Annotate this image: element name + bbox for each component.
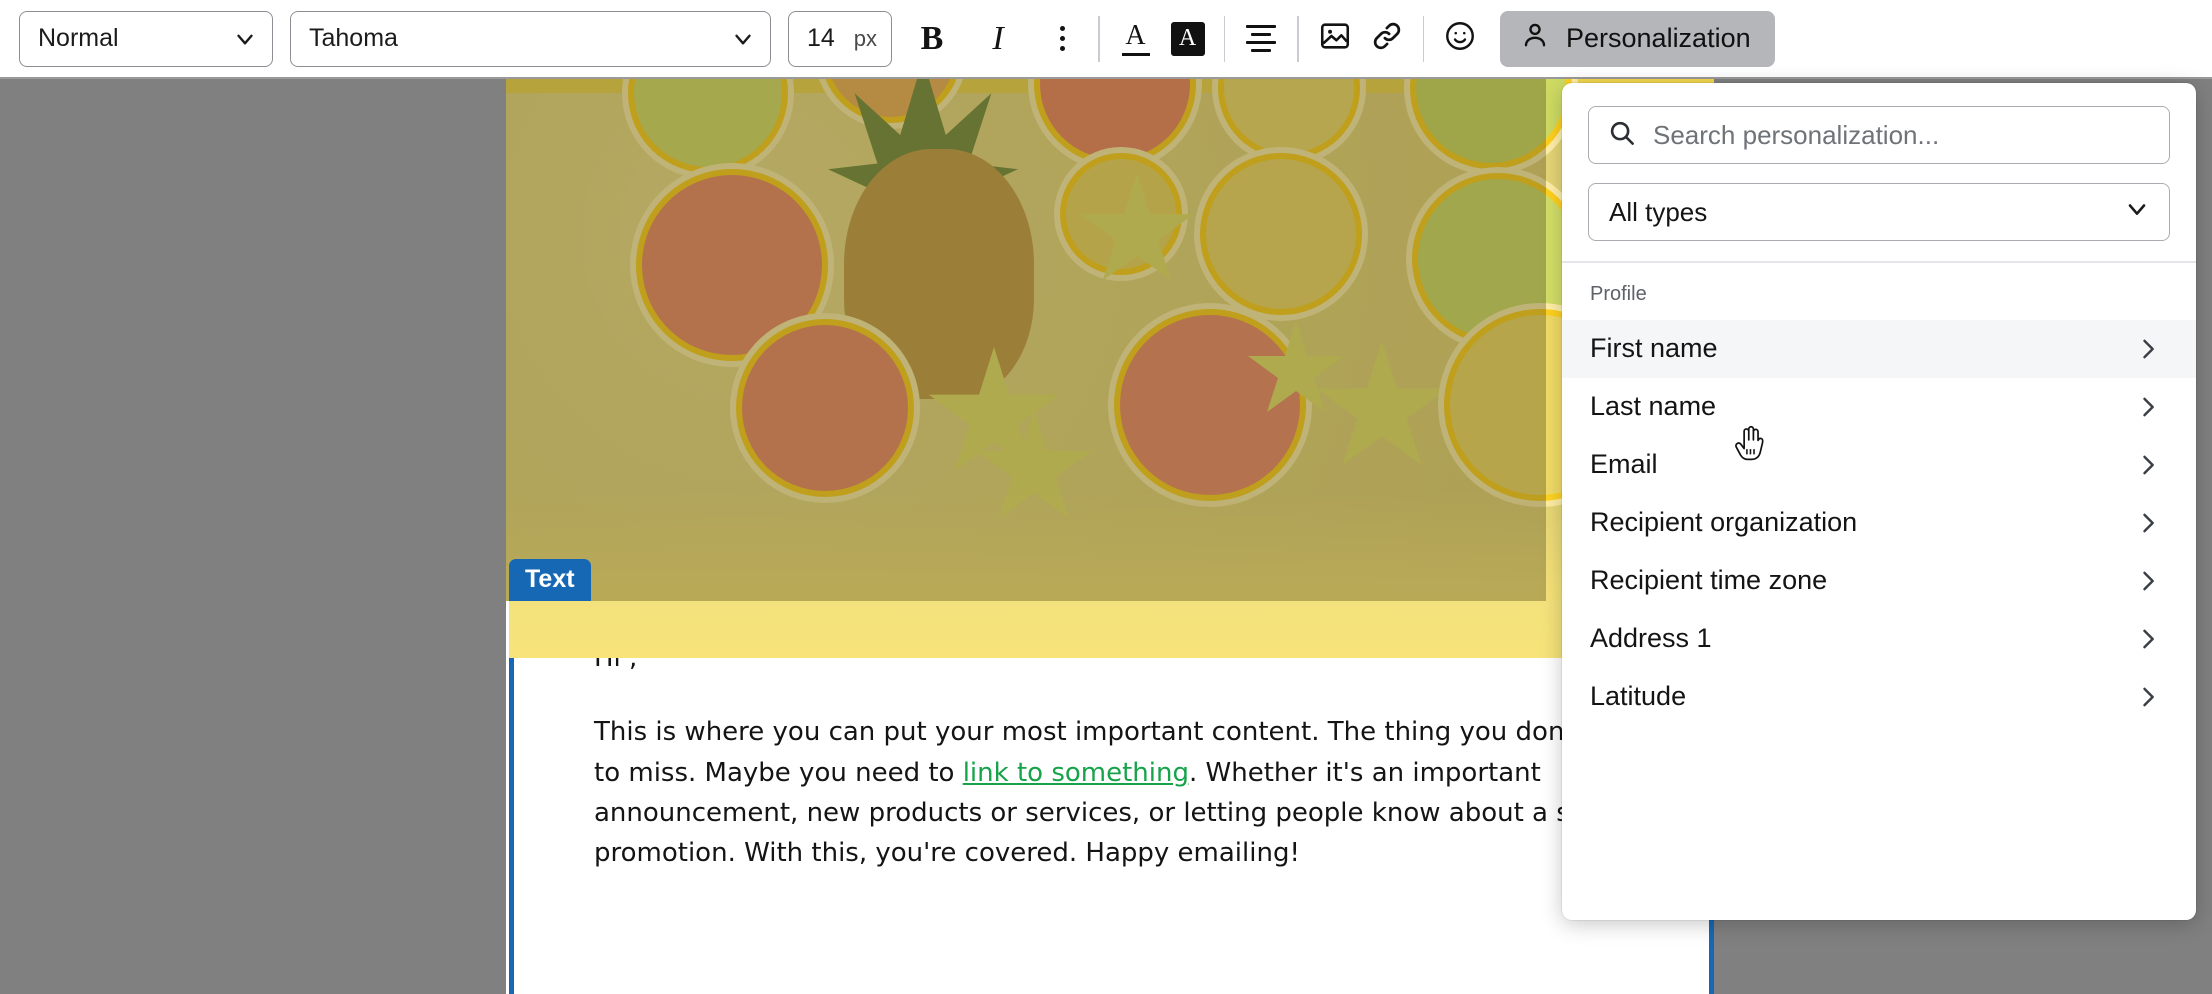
body-paragraph: This is where you can put your most impo… [594, 712, 1674, 873]
toolbar-divider [1422, 15, 1424, 62]
search-icon [1607, 118, 1637, 153]
chevron-right-icon [2134, 683, 2162, 711]
search-input[interactable] [1653, 119, 2151, 151]
emoji-icon [1443, 19, 1477, 58]
highlight-icon: A [1170, 21, 1205, 56]
personalization-item-latitude[interactable]: Latitude [1562, 668, 2196, 726]
font-family-select[interactable]: Tahoma [290, 10, 771, 67]
personalization-item-label: Recipient time zone [1590, 565, 1828, 595]
bold-button[interactable]: B [906, 13, 958, 65]
spacer-strip [509, 601, 1714, 658]
more-options-button[interactable] [1036, 13, 1088, 65]
personalization-item-label: Last name [1590, 391, 1717, 421]
insert-emoji-button[interactable] [1434, 13, 1486, 65]
font-size-unit: px [853, 25, 877, 51]
group-label-profile: Profile [1590, 282, 1647, 305]
personalization-item-address-1[interactable]: Address 1 [1562, 610, 2196, 668]
paragraph-style-select[interactable]: Normal [19, 10, 273, 67]
search-personalization-wrapper[interactable] [1588, 106, 2170, 164]
personalization-item-recipient-organization[interactable]: Recipient organization [1562, 494, 2196, 552]
toolbar-divider [1297, 15, 1299, 62]
chevron-down-icon [232, 26, 258, 52]
align-center-icon [1246, 25, 1276, 52]
chevron-right-icon [2134, 451, 2162, 479]
kebab-menu-icon [1059, 26, 1065, 51]
chevron-right-icon [2134, 509, 2162, 537]
bold-icon: B [920, 19, 944, 57]
chevron-right-icon [2134, 625, 2162, 653]
personalization-item-email[interactable]: Email [1562, 436, 2196, 494]
paragraph-style-value: Normal [38, 24, 119, 52]
hero-hover-overlay [506, 79, 1546, 601]
personalization-panel-header: All types [1562, 83, 2196, 261]
insert-image-button[interactable] [1309, 13, 1361, 65]
image-icon [1318, 19, 1352, 58]
align-center-button[interactable] [1235, 13, 1287, 65]
chevron-down-icon [730, 26, 756, 52]
text-block-badge: Text [509, 559, 591, 601]
person-icon [1520, 20, 1550, 57]
toolbar-divider [1098, 15, 1100, 62]
font-color-button[interactable]: A [1110, 13, 1162, 65]
font-color-letter: A [1125, 19, 1146, 51]
text-block[interactable]: Text Hi , This is where you can put your… [509, 559, 1714, 994]
chevron-right-icon [2134, 567, 2162, 595]
personalization-item-first-name[interactable]: First name [1562, 319, 2196, 378]
personalization-item-label: Email [1590, 449, 1658, 479]
insert-link-button[interactable] [1361, 13, 1413, 65]
personalization-panel: All types Profile First name Last name Ema… [1562, 83, 2196, 920]
hero-image-block[interactable] [506, 79, 1714, 601]
font-family-value: Tahoma [309, 24, 398, 52]
type-filter-select[interactable]: All types [1588, 183, 2170, 241]
personalization-item-recipient-time-zone[interactable]: Recipient time zone [1562, 552, 2196, 610]
personalization-list: First name Last name Email Recipient organi… [1562, 319, 2196, 726]
personalization-item-last-name[interactable]: Last name [1562, 378, 2196, 436]
highlight-color-button[interactable]: A [1162, 13, 1214, 65]
personalization-item-label: First name [1590, 333, 1718, 363]
personalization-label: Personalization [1566, 23, 1751, 53]
personalization-button[interactable]: Personalization [1500, 10, 1775, 67]
italic-button[interactable]: I [972, 13, 1024, 65]
type-filter-value: All types [1609, 196, 1708, 227]
font-size-value: 14 [807, 24, 835, 52]
email-canvas: Text Hi , This is where you can put your… [506, 79, 1714, 994]
inline-link[interactable]: link to something [963, 758, 1189, 788]
personalization-item-label: Address 1 [1590, 623, 1712, 653]
link-icon [1370, 19, 1404, 58]
font-color-icon: A [1121, 19, 1150, 56]
chevron-right-icon [2134, 393, 2162, 421]
editor-toolbar: Normal Tahoma 14 px B I A A Personalizat… [0, 0, 2212, 79]
italic-icon: I [992, 19, 1004, 57]
chevron-right-icon [2134, 335, 2162, 363]
chevron-down-icon [2123, 195, 2151, 230]
app-root: Text Hi , This is where you can put your… [0, 0, 2212, 994]
personalization-item-label: Latitude [1590, 681, 1687, 711]
personalization-item-label: Recipient organization [1590, 507, 1858, 537]
font-size-input[interactable]: 14 px [788, 10, 892, 67]
toolbar-divider [1223, 15, 1225, 62]
